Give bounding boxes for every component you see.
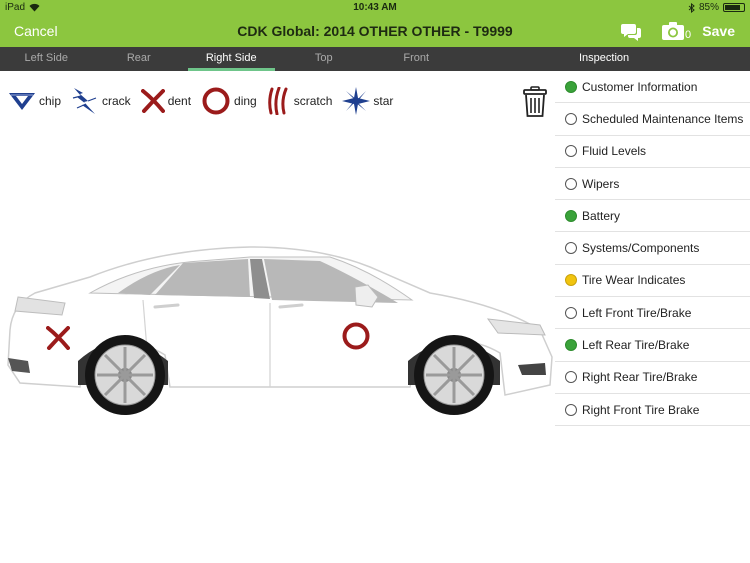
- status-dot-icon: [565, 371, 577, 384]
- checklist-item[interactable]: Left Front Tire/Brake: [555, 297, 750, 330]
- nav-bar: Cancel CDK Global: 2014 OTHER OTHER - T9…: [0, 15, 750, 47]
- fog-light: [518, 363, 546, 375]
- battery-percent: 85%: [698, 2, 719, 13]
- checklist-item-label: Battery: [582, 208, 621, 223]
- checklist-item-label: Right Front Tire Brake: [582, 402, 700, 417]
- status-dot-icon: [565, 339, 577, 352]
- star-icon: [342, 87, 371, 115]
- checklist-item-label: Right Rear Tire/Brake: [582, 370, 698, 385]
- status-dot-icon: [565, 145, 577, 158]
- scratch-icon: [267, 87, 288, 115]
- tab-rear[interactable]: Rear: [93, 47, 186, 71]
- status-dot-icon: [565, 112, 577, 125]
- status-time: 10:43 AM: [353, 2, 397, 13]
- bluetooth-icon: [688, 2, 695, 13]
- checklist-item-label: Left Rear Tire/Brake: [582, 338, 690, 353]
- car-diagram-right-side[interactable]: [0, 235, 555, 425]
- status-bar: iPad 10:43 AM 85%: [0, 0, 750, 15]
- legend-ding[interactable]: ding: [201, 86, 257, 116]
- damage-legend: chip crack dent ding scratch star: [8, 86, 403, 116]
- checklist-item[interactable]: Tire Wear Indicates: [555, 265, 750, 298]
- legend-star[interactable]: star: [342, 87, 393, 115]
- checklist-item[interactable]: Right Front Tire Brake: [555, 394, 750, 427]
- checklist-item[interactable]: Customer Information: [555, 71, 750, 104]
- damage-mark-ding[interactable]: [341, 321, 371, 351]
- cancel-button[interactable]: Cancel: [14, 23, 58, 39]
- status-dot-icon: [565, 80, 577, 93]
- status-dot-icon: [565, 274, 577, 287]
- legend-dent[interactable]: dent: [140, 89, 191, 113]
- inspection-checklist: Customer Information Scheduled Maintenanc…: [555, 71, 750, 427]
- status-dot-icon: [565, 306, 577, 319]
- checklist-item-label: Left Front Tire/Brake: [582, 305, 692, 320]
- checklist-item[interactable]: Fluid Levels: [555, 136, 750, 168]
- legend-crack[interactable]: crack: [71, 87, 131, 115]
- checklist-item-label: Wipers: [582, 176, 620, 191]
- ding-icon: [202, 87, 230, 115]
- battery-icon: [723, 3, 745, 12]
- checklist-item-label: Systems/Components: [582, 241, 700, 256]
- chat-icon[interactable]: [620, 22, 642, 42]
- tab-front[interactable]: Front: [370, 47, 463, 71]
- status-dot-icon: [565, 242, 577, 255]
- status-dot-icon: [565, 209, 577, 222]
- checklist-item[interactable]: Scheduled Maintenance Items: [555, 103, 750, 136]
- checklist-item[interactable]: Battery: [555, 200, 750, 233]
- trash-icon[interactable]: [523, 86, 547, 118]
- checklist-item[interactable]: Left Rear Tire/Brake: [555, 329, 750, 362]
- status-dot-icon: [565, 403, 577, 416]
- legend-scratch[interactable]: scratch: [267, 87, 332, 115]
- checklist-item[interactable]: Right Rear Tire/Brake: [555, 362, 750, 394]
- camera-icon[interactable]: [661, 20, 685, 42]
- status-dot-icon: [565, 177, 577, 190]
- checklist-item-label: Tire Wear Indicates: [582, 273, 686, 288]
- damage-mark-dent[interactable]: [46, 326, 70, 350]
- chip-icon: [9, 93, 35, 110]
- view-tabs: Left Side Rear Right Side Top Front: [0, 47, 555, 71]
- checklist-item-label: Fluid Levels: [582, 144, 647, 159]
- dent-icon: [140, 89, 165, 113]
- crack-icon: [72, 88, 97, 114]
- checklist-item[interactable]: Systems/Components: [555, 232, 750, 265]
- checklist-item-label: Customer Information: [582, 79, 698, 94]
- tab-left-side[interactable]: Left Side: [0, 47, 93, 71]
- inspection-header: Inspection: [555, 47, 750, 71]
- checklist-item[interactable]: Wipers: [555, 168, 750, 201]
- tab-top[interactable]: Top: [278, 47, 371, 71]
- legend-chip[interactable]: chip: [8, 91, 61, 111]
- tab-right-side[interactable]: Right Side: [185, 47, 278, 71]
- save-button[interactable]: Save: [702, 23, 735, 39]
- photo-count: 0: [685, 29, 692, 41]
- checklist-item-label: Scheduled Maintenance Items: [582, 111, 744, 126]
